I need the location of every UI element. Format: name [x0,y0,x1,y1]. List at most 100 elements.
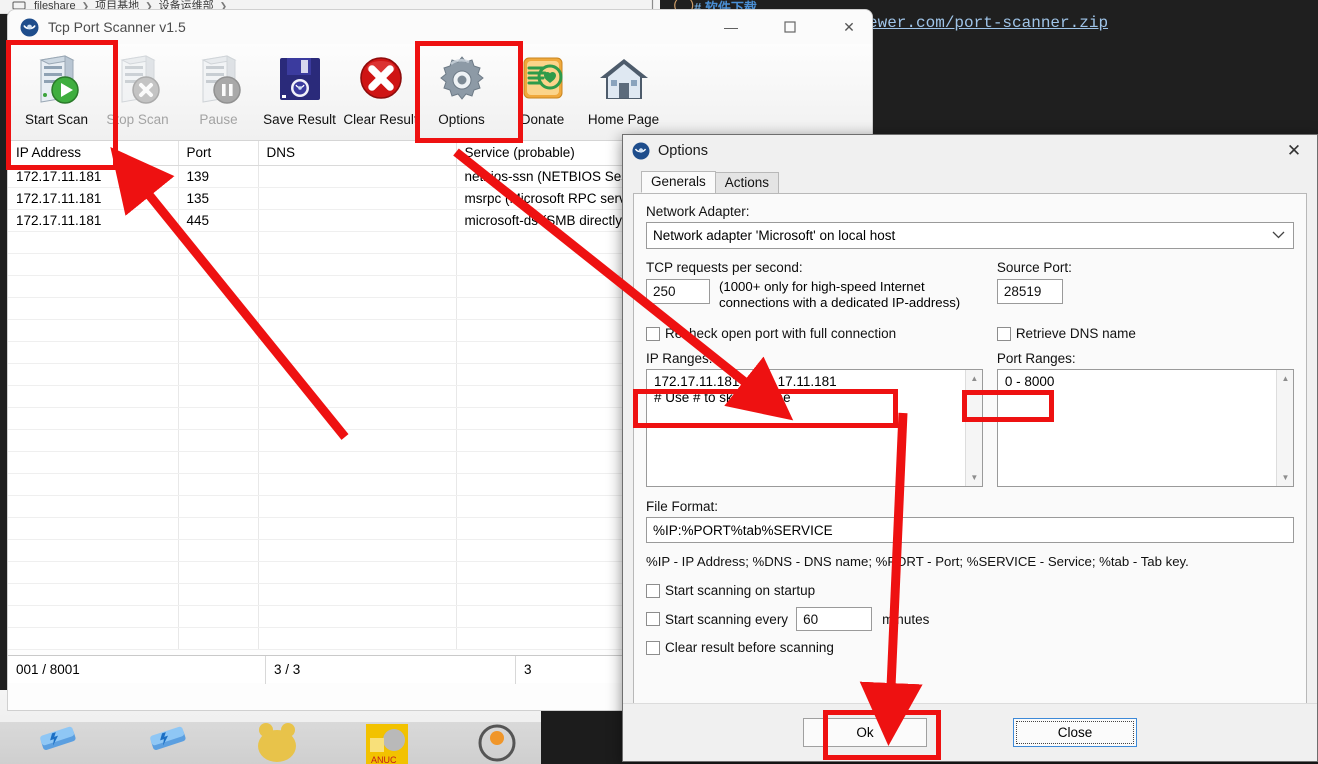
server-pause-icon [191,52,247,108]
table-cell-empty [8,385,179,408]
ip-ranges-textarea[interactable]: 172.17.11.181 - 172.17.11.181 # Use # to… [646,369,983,487]
clear-result-button[interactable]: Clear Result [340,44,421,139]
scroll-down-icon[interactable]: ▼ [966,469,982,486]
save-result-button[interactable]: Save Result [259,44,340,139]
checkbox-box[interactable] [646,583,660,598]
start-every-label: Start scanning every [665,611,789,627]
toolbar-label: Stop Scan [106,112,169,127]
table-cell-empty [258,473,457,496]
close-button[interactable]: ✕ [826,10,872,44]
network-adapter-select[interactable]: Network adapter 'Microsoft' on local hos… [646,222,1294,249]
tab-generals[interactable]: Generals [641,171,716,193]
app-title: Tcp Port Scanner v1.5 [48,19,186,35]
desktop-icon-row: ANUC [0,722,541,764]
options-button[interactable]: Options [421,44,502,139]
table-cell-empty [258,517,457,540]
scroll-down-icon[interactable]: ▼ [1277,469,1293,486]
tcp-requests-label: TCP requests per second: [646,260,803,275]
ip-ranges-line2: # Use # to skip the line [654,390,791,405]
tab-actions[interactable]: Actions [714,172,780,193]
scroll-up-icon[interactable]: ▲ [1277,370,1293,387]
file-format-value: %IP:%PORT%tab%SERVICE [653,522,833,538]
source-port-input[interactable] [996,279,1063,304]
status-progress: 001 / 8001 [8,655,266,684]
zip-download-link[interactable]: ewer.com/port-scanner.zip [868,14,1108,32]
source-port-label: Source Port: [996,260,1072,275]
tcp-requests-input[interactable] [646,279,710,304]
table-cell-port: 139 [178,165,259,188]
table-cell-ip: 172.17.11.181 [8,165,179,188]
start-scan-button[interactable]: Start Scan [16,44,97,139]
toolbar-label: Options [438,112,485,127]
ip-ranges-label: IP Ranges: [646,351,713,366]
floppy-disk-icon [272,52,328,108]
column-header-ip[interactable]: IP Address [8,141,179,166]
clear-before-scanning-label: Clear result before scanning [665,640,834,655]
table-cell-port: 135 [178,187,259,210]
table-cell-dns [258,165,457,188]
options-close-button[interactable]: ✕ [1271,135,1317,167]
table-cell-empty [178,407,259,430]
stop-scan-button[interactable]: Stop Scan [97,44,178,139]
table-cell-empty [258,583,457,606]
tcp-requests-note-line2: connections with a dedicated IP-address) [719,295,961,310]
toolbar-label: Clear Result [343,112,418,127]
red-x-icon [353,52,409,108]
file-format-input[interactable]: %IP:%PORT%tab%SERVICE [646,517,1294,543]
retrieve-dns-checkbox[interactable]: Retrieve DNS name [996,326,1294,341]
table-cell-empty [8,253,179,276]
start-every-checkbox[interactable]: Start scanning every minutes [646,607,1294,631]
toolbar-label: Start Scan [24,112,89,127]
recheck-open-port-label: Recheck open port with full connection [665,326,897,341]
ip-ranges-line1: 172.17.11.181 - 172.17.11.181 [654,374,837,389]
donate-hand-icon [515,52,571,108]
table-cell-ip: 172.17.11.181 [8,187,179,210]
table-cell-empty [8,297,179,320]
table-cell-empty [258,451,457,474]
retrieve-dns-label: Retrieve DNS name [1015,326,1136,341]
table-cell-empty [258,319,457,342]
network-adapter-label: Network Adapter: [646,204,750,219]
table-cell-empty [258,605,457,628]
desktop-shortcut-icon[interactable] [248,722,306,764]
ok-button[interactable]: Ok [803,718,927,747]
table-cell-dns [258,187,457,210]
interval-minutes-input[interactable] [796,607,873,631]
column-header-dns[interactable]: DNS [258,141,457,166]
table-cell-empty [8,363,179,386]
checkbox-box[interactable] [996,326,1011,341]
desktop-shortcut-icon[interactable]: ANUC [358,722,416,764]
checkbox-box[interactable] [646,640,660,655]
maximize-button[interactable] [767,10,813,44]
table-cell-empty [178,429,259,452]
options-generals-panel: Network Adapter: Network adapter 'Micros… [633,193,1307,723]
close-dialog-button[interactable]: Close [1013,718,1137,747]
desktop-shortcut-icon[interactable] [138,722,196,764]
pause-button[interactable]: Pause [178,44,259,139]
ip-ranges-scrollbar[interactable]: ▲ ▼ [964,370,982,486]
port-ranges-textarea[interactable]: 0 - 8000 ▲ ▼ [996,369,1294,487]
table-cell-ip: 172.17.11.181 [8,209,179,232]
recheck-open-port-checkbox[interactable]: Recheck open port with full connection [646,326,983,341]
table-cell-empty [258,363,457,386]
server-play-icon [29,52,85,108]
home-page-button[interactable]: Home Page [583,44,664,139]
column-header-port[interactable]: Port [178,141,259,166]
clear-before-scanning-checkbox[interactable]: Clear result before scanning [646,640,1294,655]
desktop-shortcut-icon[interactable] [28,722,86,764]
table-cell-empty [8,319,179,342]
checkbox-box[interactable] [646,326,660,341]
toolbar-label: Home Page [587,112,660,127]
minimize-button[interactable]: — [708,10,754,44]
table-cell-empty [178,319,259,342]
donate-button[interactable]: Donate [502,44,583,139]
table-cell-empty [178,627,259,650]
checkbox-box[interactable] [646,612,660,626]
toolbar-label: Donate [520,112,565,127]
scroll-up-icon[interactable]: ▲ [966,370,982,387]
network-adapter-value: Network adapter 'Microsoft' on local hos… [653,228,896,243]
start-on-startup-checkbox[interactable]: Start scanning on startup [646,583,1294,598]
port-ranges-scrollbar[interactable]: ▲ ▼ [1276,370,1293,486]
desktop-shortcut-icon[interactable] [468,722,526,764]
table-cell-empty [178,451,259,474]
